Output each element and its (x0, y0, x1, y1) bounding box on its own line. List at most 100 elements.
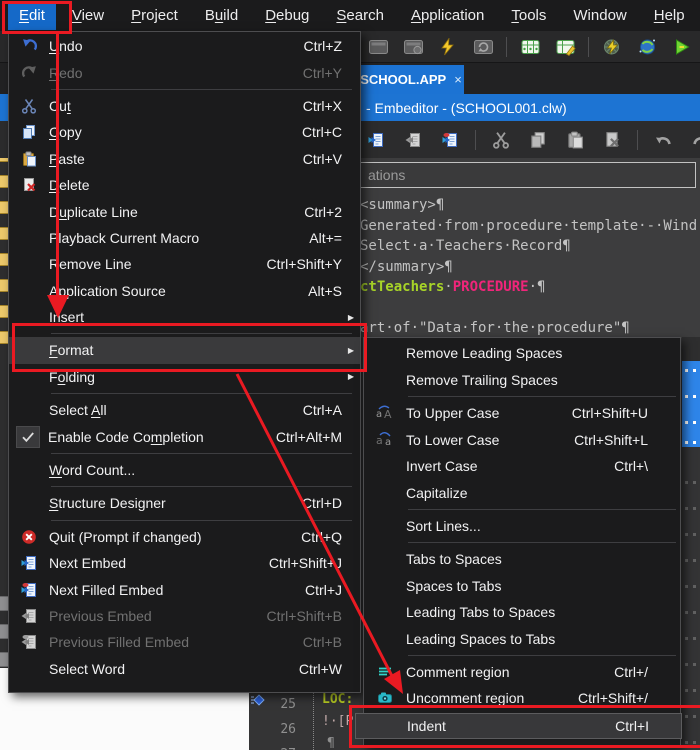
menu-item-delete[interactable]: Delete (9, 172, 360, 198)
menu-item-to-lower-case[interactable]: aaTo Lower CaseCtrl+Shift+L (364, 426, 680, 453)
menu-item-label: Quit (Prompt if changed) (49, 529, 289, 545)
menu-item-select-all[interactable]: Select AllCtrl+A (9, 397, 360, 423)
menu-item-format[interactable]: Format▶ (9, 337, 360, 363)
redo-gray-icon[interactable] (688, 128, 700, 152)
cut-icon (9, 98, 49, 114)
lightning-icon[interactable] (436, 35, 460, 59)
menu-item-indent[interactable]: IndentCtrl+I (355, 713, 682, 740)
menu-item-label: Application Source (49, 283, 296, 299)
menu-item-leading-tabs-to-spaces[interactable]: Leading Tabs to Spaces (364, 599, 680, 626)
menubar-item-window[interactable]: Window (562, 1, 637, 30)
menu-item-shortcut: Ctrl+I (615, 718, 649, 734)
whitespace-dot (693, 663, 696, 666)
menu-separator (51, 330, 352, 337)
menu-item-label: Comment region (406, 664, 602, 680)
menu-item-label: Select Word (49, 661, 287, 677)
line-number: 26 (249, 717, 296, 742)
menubar-item-search[interactable]: Search (325, 1, 395, 30)
whitespace-dot (693, 611, 696, 614)
window-icon[interactable] (366, 35, 390, 59)
refresh-icon[interactable] (471, 35, 495, 59)
menu-item-quit-prompt-if-changed[interactable]: Quit (Prompt if changed)Ctrl+Q (9, 524, 360, 550)
menu-item-folding[interactable]: Folding▶ (9, 364, 360, 390)
menu-item-structure-designer[interactable]: Structure DesignerCtrl+D (9, 490, 360, 516)
toolbar-separator (475, 130, 476, 150)
menu-item-copy[interactable]: CopyCtrl+C (9, 119, 360, 145)
prev-embed-icon[interactable] (401, 128, 425, 152)
menubar-item-build[interactable]: Build (194, 1, 249, 30)
line-number: 27 (249, 742, 296, 750)
menu-item-remove-leading-spaces[interactable]: Remove Leading Spaces (364, 340, 680, 367)
next-filled-embed-icon[interactable] (438, 128, 462, 152)
folder-icon (0, 175, 8, 188)
menu-item-enable-code-completion[interactable]: Enable Code CompletionCtrl+Alt+M (9, 423, 360, 449)
whitespace-dot (693, 559, 696, 562)
copy-gray-icon[interactable] (526, 128, 550, 152)
menubar-item-project[interactable]: Project (120, 1, 189, 30)
next-filled-embed-icon (9, 582, 49, 598)
grid-edit-icon[interactable] (553, 35, 577, 59)
submenu-arrow-icon: ▶ (342, 372, 354, 381)
document-tab[interactable]: SCHOOL.APP × (358, 65, 464, 94)
menu-item-paste[interactable]: PasteCtrl+V (9, 146, 360, 172)
menu-item-label: Insert (49, 309, 330, 325)
whitespace-dot (685, 533, 688, 536)
menu-item-select-word[interactable]: Select Word Ctrl+W (9, 656, 360, 682)
menubar-item-help[interactable]: Help (643, 1, 696, 30)
menu-item-uncomment-region[interactable]: Uncomment regionCtrl+Shift+/ (364, 685, 680, 712)
menu-item-previous-embed[interactable]: Previous EmbedCtrl+Shift+B (9, 603, 360, 629)
menu-item-redo[interactable]: RedoCtrl+Y (9, 59, 360, 85)
paste-gray-icon[interactable] (563, 128, 587, 152)
undo-gray-icon[interactable] (651, 128, 675, 152)
menubar-item-tools[interactable]: Tools (500, 1, 557, 30)
menu-item-capitalize[interactable]: Capitalize (364, 479, 680, 506)
svg-text:a: a (385, 437, 391, 447)
frame-icon[interactable] (401, 35, 425, 59)
menu-item-comment-region[interactable]: Comment regionCtrl+/ (364, 659, 680, 686)
menu-item-duplicate-line[interactable]: Duplicate LineCtrl+2 (9, 198, 360, 224)
menu-item-remove-trailing-spaces[interactable]: Remove Trailing Spaces (364, 367, 680, 394)
menubar-item-view[interactable]: View (61, 1, 115, 30)
code-line (360, 298, 697, 319)
menu-item-cut[interactable]: CutCtrl+X (9, 93, 360, 119)
menubar-item-debug[interactable]: Debug (254, 1, 320, 30)
menu-separator (408, 652, 676, 659)
menu-item-label: To Upper Case (406, 405, 560, 421)
menu-item-label: Next Embed (49, 555, 257, 571)
submenu-arrow-icon: ▶ (342, 346, 354, 355)
menu-item-sort-lines[interactable]: Sort Lines... (364, 513, 680, 540)
run-icon[interactable] (670, 35, 694, 59)
menu-item-remove-line[interactable]: Remove LineCtrl+Shift+Y (9, 251, 360, 277)
menu-item-next-filled-embed[interactable]: Next Filled EmbedCtrl+J (9, 576, 360, 602)
menu-item-next-embed[interactable]: Next EmbedCtrl+Shift+J (9, 550, 360, 576)
menu-item-undo[interactable]: UndoCtrl+Z (9, 33, 360, 59)
menu-item-playback-current-macro[interactable]: Playback Current MacroAlt+= (9, 225, 360, 251)
menu-item-label: Undo (49, 38, 292, 54)
close-tab-icon[interactable]: × (454, 72, 462, 87)
menu-bar: EditViewProjectBuildDebugSearchApplicati… (0, 0, 700, 31)
cut-gray-icon[interactable] (489, 128, 513, 152)
menubar-item-application[interactable]: Application (400, 1, 495, 30)
menu-item-spaces-to-tabs[interactable]: Spaces to Tabs (364, 572, 680, 599)
whitespace-dot (685, 689, 688, 692)
whitespace-dot (685, 663, 688, 666)
grid-icon[interactable] (518, 35, 542, 59)
menu-item-previous-filled-embed[interactable]: Previous Filled EmbedCtrl+B (9, 629, 360, 655)
menu-item-application-source[interactable]: Application SourceAlt+S (9, 278, 360, 304)
menu-item-to-upper-case[interactable]: aATo Upper CaseCtrl+Shift+U (364, 400, 680, 427)
menu-item-label: To Lower Case (406, 432, 562, 448)
next-embed-icon[interactable] (364, 128, 388, 152)
docx-gray-icon[interactable] (600, 128, 624, 152)
menu-item-label: Sort Lines... (406, 518, 636, 534)
menu-item-insert[interactable]: Insert▶ (9, 304, 360, 330)
menu-item-label: Select All (49, 402, 291, 418)
globe-icon[interactable] (635, 35, 659, 59)
menu-item-tabs-to-spaces[interactable]: Tabs to Spaces (364, 546, 680, 573)
menu-item-word-count[interactable]: Word Count... (9, 457, 360, 483)
format-submenu: Remove Leading SpacesRemove Trailing Spa… (363, 337, 681, 746)
menu-item-shortcut: Ctrl+W (299, 661, 342, 677)
menu-item-leading-spaces-to-tabs[interactable]: Leading Spaces to Tabs (364, 625, 680, 652)
menubar-item-edit[interactable]: Edit (8, 1, 56, 30)
build-icon[interactable] (600, 35, 624, 59)
menu-item-invert-case[interactable]: Invert CaseCtrl+\ (364, 453, 680, 480)
